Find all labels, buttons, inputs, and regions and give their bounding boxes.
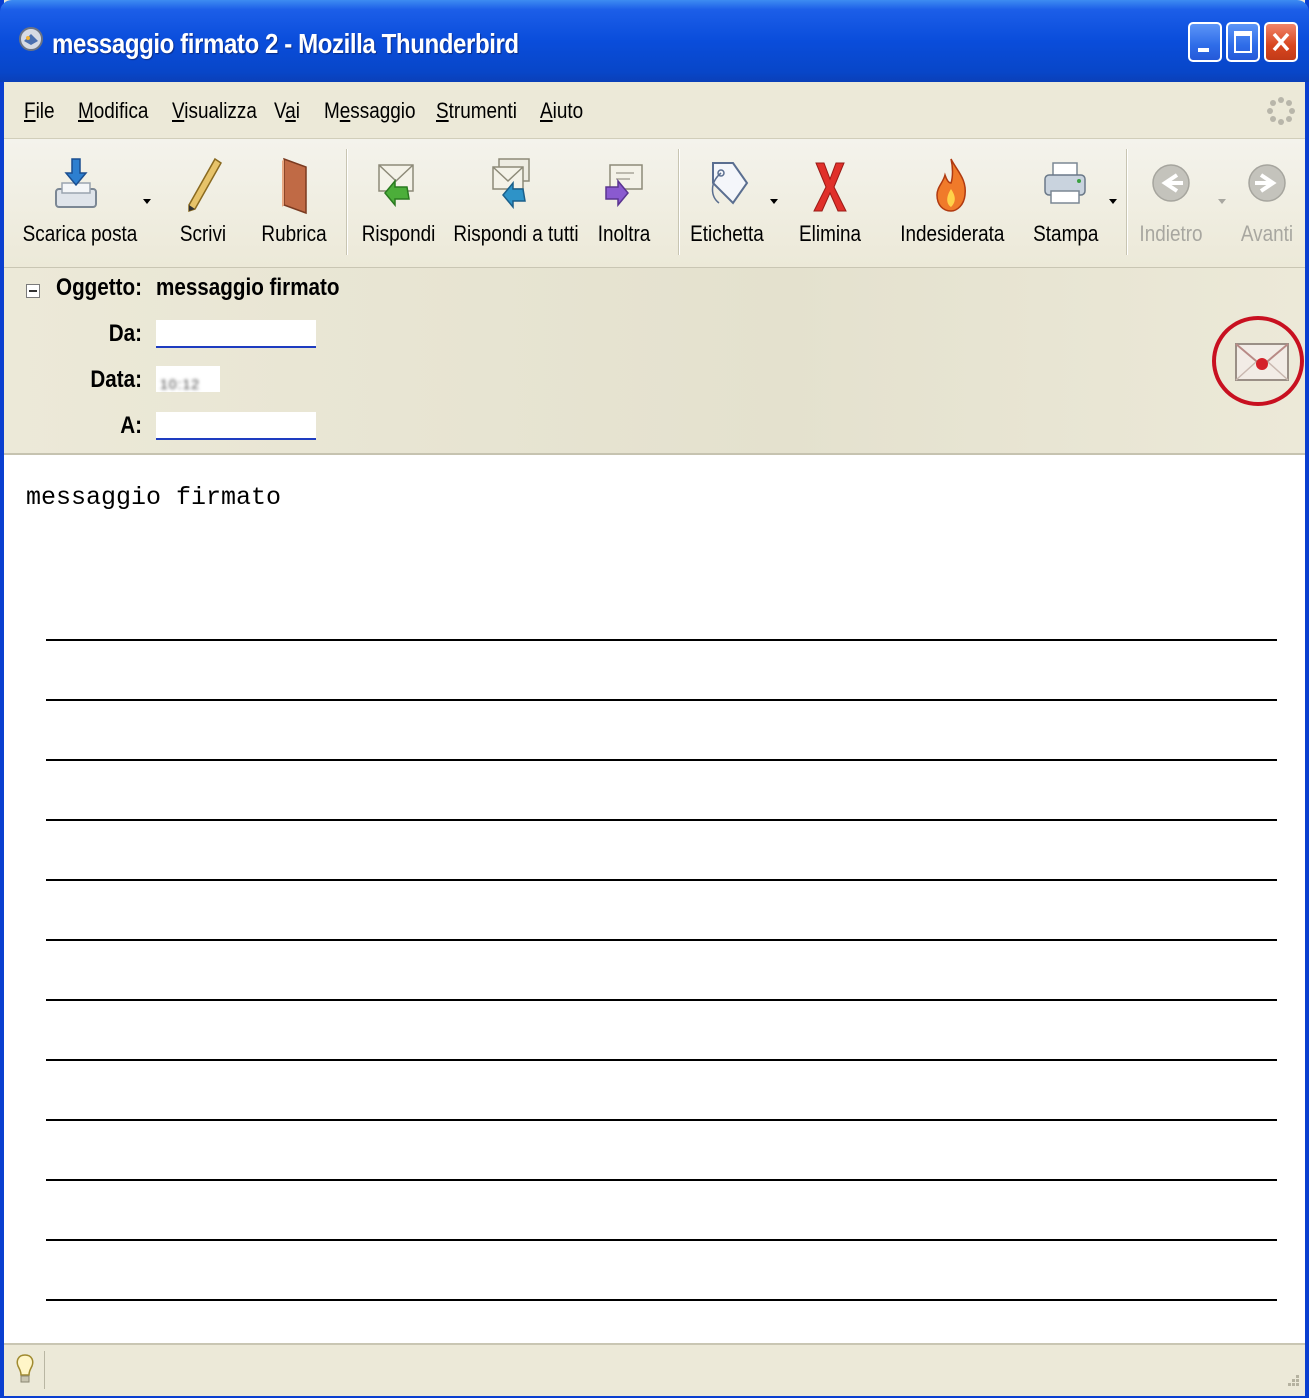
ruled-line [46,819,1277,821]
print-button[interactable]: Stampa [1028,139,1102,267]
lightbulb-icon [16,1354,34,1383]
forward-icon [605,164,643,208]
menu-file[interactable]: File [24,98,55,124]
menu-modifica[interactable]: Modifica [78,98,148,124]
date-label: Data: [90,366,142,393]
tag-label: Etichetta [690,221,764,246]
reply-label: Rispondi [361,221,436,246]
back-arrow-icon [1152,164,1190,202]
junk-flame-icon [936,158,966,212]
minimize-icon [1198,48,1209,52]
back-dropdown[interactable] [1218,199,1226,204]
forward-button[interactable]: Inoltra [588,139,660,267]
get-mail-icon [55,158,97,208]
address-book-label: Rubrica [261,221,327,246]
title-bar[interactable]: messaggio firmato 2 - Mozilla Thunderbir… [0,0,1309,82]
message-body-text: messaggio firmato [26,483,282,512]
write-label: Scrivi [179,221,227,246]
maximize-icon [1234,31,1252,53]
from-field[interactable] [156,320,316,348]
from-label: Da: [108,320,142,347]
window-title: messaggio firmato 2 - Mozilla Thunderbir… [52,28,519,59]
delete-label: Elimina [799,221,862,246]
menu-strumenti[interactable]: Strumenti [436,98,517,124]
forward-label: Inoltra [597,221,651,246]
thunderbird-icon [19,27,43,51]
close-icon [1272,32,1290,52]
forward-arrow-icon [1248,164,1286,202]
thunderbird-window: messaggio firmato 2 - Mozilla Thunderbir… [0,0,1309,1398]
close-button[interactable] [1264,22,1298,62]
ruled-line [46,879,1277,881]
ruled-line [46,1239,1277,1241]
maximize-button[interactable] [1226,22,1260,62]
to-label: A: [120,412,142,439]
tag-icon [711,162,749,205]
pencil-icon [188,157,222,213]
address-book-icon [282,157,307,215]
print-dropdown[interactable] [1109,199,1117,204]
back-button[interactable]: Indietro [1132,139,1210,267]
subject-label: Oggetto: [56,274,142,301]
status-bar [4,1343,1305,1396]
get-mail-button[interactable]: Scarica posta [14,139,138,267]
ruled-line [46,1059,1277,1061]
message-header: Oggetto: messaggio firmato Da: Data: 10:… [4,268,1305,455]
address-book-button[interactable]: Rubrica [254,139,334,267]
resize-grip-icon[interactable] [1282,1371,1302,1391]
date-field: 10:12 [156,366,220,392]
main-toolbar: Scarica posta Scrivi Rubrica Rispondi Ri… [4,139,1305,268]
menu-visualizza[interactable]: Visualizza [172,98,257,124]
reply-button[interactable]: Rispondi [356,139,438,267]
menu-messaggio[interactable]: Messaggio [324,98,416,124]
ruled-line [46,939,1277,941]
write-button[interactable]: Scrivi [170,139,236,267]
junk-button[interactable]: Indesiderata [892,139,1010,267]
ruled-line [46,699,1277,701]
tag-dropdown[interactable] [770,199,778,204]
print-icon [1044,162,1086,204]
junk-label: Indesiderata [900,221,1005,246]
ruled-line [46,639,1277,641]
reply-icon [378,164,414,208]
ruled-line [46,1179,1277,1181]
menu-aiuto[interactable]: Aiuto [540,98,583,124]
reply-all-label: Rispondi a tutti [453,221,579,246]
menu-vai[interactable]: Vai [274,98,300,124]
toolbar-separator [346,149,348,255]
message-body[interactable]: messaggio firmato [4,455,1305,1343]
ruled-line [46,999,1277,1001]
get-mail-dropdown[interactable] [143,199,151,204]
forward-nav-label: Avanti [1240,221,1294,246]
ruled-line [46,759,1277,761]
ruled-line [46,1119,1277,1121]
print-label: Stampa [1033,221,1099,246]
reply-all-icon [492,158,530,210]
tag-button[interactable]: Etichetta [684,139,770,267]
minimize-button[interactable] [1188,22,1222,62]
date-value: 10:12 [160,376,201,392]
to-field[interactable] [156,412,316,440]
signed-envelope-icon[interactable] [1234,340,1290,384]
back-label: Indietro [1139,221,1203,246]
throbber-icon [1267,97,1295,125]
forward-nav-button[interactable]: Avanti [1232,139,1302,267]
toolbar-separator [678,149,680,255]
reply-all-button[interactable]: Rispondi a tutti [444,139,579,267]
subject-value: messaggio firmato [156,274,340,301]
toolbar-separator [1126,149,1128,255]
status-text-panel [44,1351,1273,1389]
menu-bar: File Modifica Visualizza Vai Messaggio S… [4,82,1305,139]
get-mail-label: Scarica posta [22,221,138,246]
delete-button[interactable]: Elimina [794,139,866,267]
ruled-line [46,1299,1277,1301]
delete-icon [813,162,847,212]
